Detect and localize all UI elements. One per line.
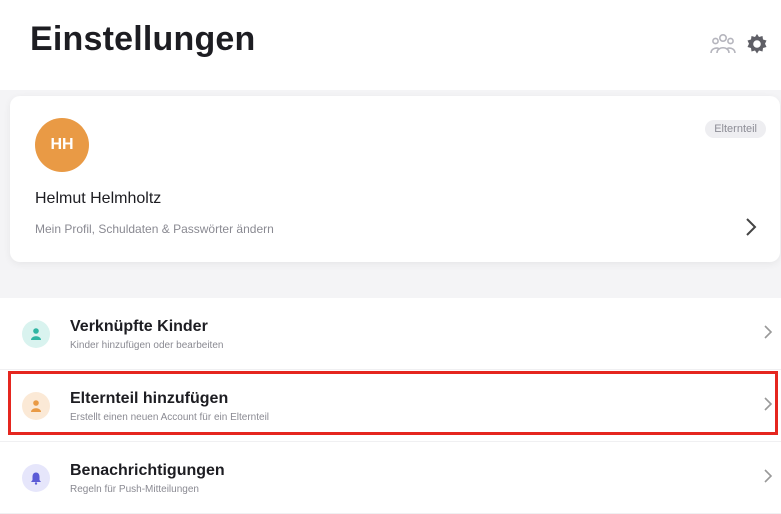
chevron-right-icon (744, 216, 764, 240)
role-badge: Elternteil (705, 120, 766, 138)
menu-item-title: Benachrichtigungen (70, 462, 225, 479)
header-actions (709, 30, 771, 58)
profile-card[interactable]: HH Elternteil Helmut Helmholtz Mein Prof… (10, 96, 780, 262)
settings-menu: Verknüpfte Kinder Kinder hinzufügen oder… (0, 298, 781, 514)
header: Einstellungen (0, 0, 781, 90)
page-title: Einstellungen (30, 20, 256, 58)
bell-icon (22, 464, 50, 492)
chevron-right-icon (763, 324, 775, 340)
person-icon (22, 392, 50, 420)
menu-item-title: Elternteil hinzufügen (70, 390, 229, 407)
menu-item-notifications[interactable]: Benachrichtigungen Regeln für Push-Mitte… (0, 442, 781, 514)
avatar: HH (35, 118, 89, 172)
menu-item-add-parent[interactable]: Elternteil hinzufügen Erstellt einen neu… (0, 370, 781, 442)
chevron-right-icon (763, 396, 775, 412)
menu-item-title: Verknüpfte Kinder (70, 318, 208, 335)
family-icon[interactable] (709, 30, 737, 58)
menu-item-linked-children[interactable]: Verknüpfte Kinder Kinder hinzufügen oder… (0, 298, 781, 370)
menu-item-subtitle: Kinder hinzufügen oder bearbeiten (70, 340, 224, 351)
child-icon (22, 320, 50, 348)
menu-item-subtitle: Regeln für Push-Mitteilungen (70, 484, 199, 495)
menu-item-subtitle: Erstellt einen neuen Account für ein Elt… (70, 412, 270, 423)
profile-name: Helmut Helmholtz (35, 190, 162, 207)
gear-icon[interactable] (743, 30, 771, 58)
profile-subtitle: Mein Profil, Schuldaten & Passwörter änd… (35, 222, 274, 236)
chevron-right-icon (763, 468, 775, 484)
